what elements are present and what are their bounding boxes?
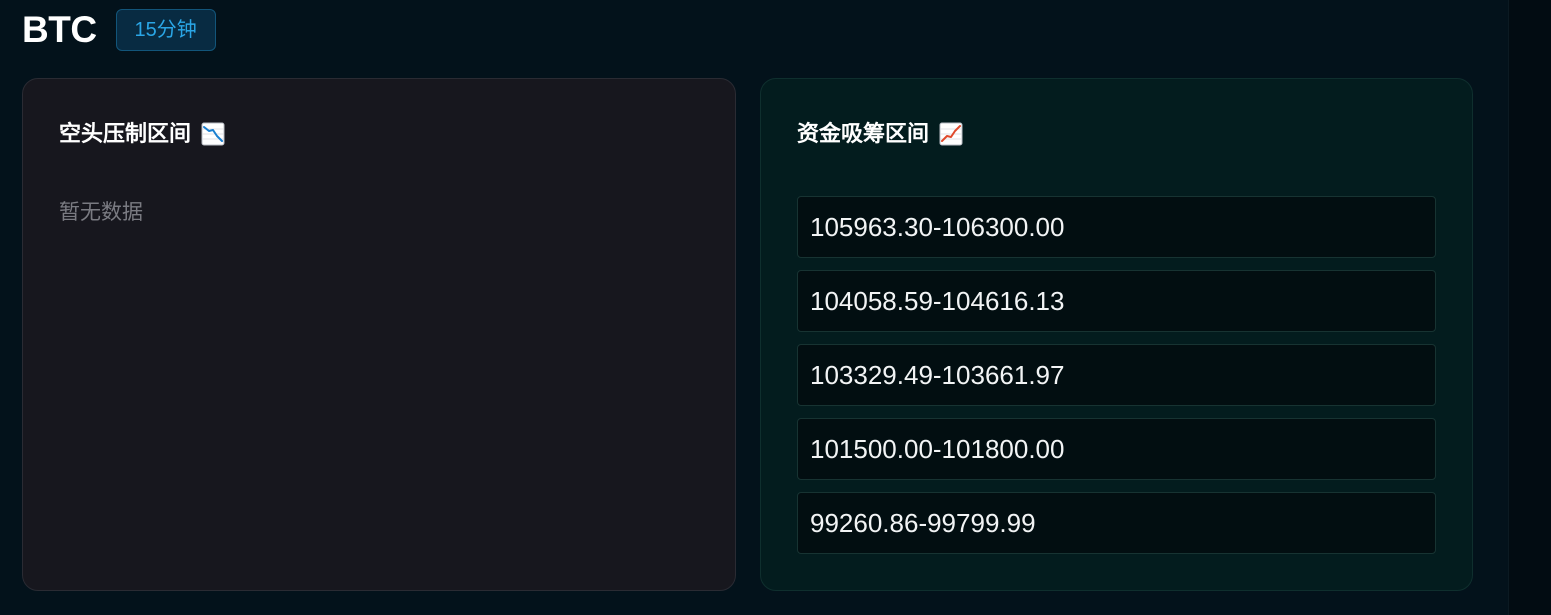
short-pressure-panel: 空头压制区间 暂无数据 — [22, 78, 736, 591]
range-item: 99260.86-99799.99 — [797, 492, 1436, 554]
chart-increasing-icon — [939, 122, 963, 146]
long-panel-title-text: 资金吸筹区间 — [797, 121, 930, 146]
chart-decreasing-icon — [201, 122, 225, 146]
range-list: 105963.30-106300.00 104058.59-104616.13 … — [797, 196, 1436, 566]
header: BTC 15分钟 — [22, 8, 216, 52]
range-item: 105963.30-106300.00 — [797, 196, 1436, 258]
right-side-panel — [1508, 0, 1551, 615]
main-content: BTC 15分钟 空头压制区间 暂无数据 资金吸筹区间 105963.30-10… — [0, 0, 1508, 615]
range-item: 104058.59-104616.13 — [797, 270, 1436, 332]
long-panel-title: 资金吸筹区间 — [797, 119, 963, 149]
empty-state-text: 暂无数据 — [59, 201, 143, 224]
range-item: 103329.49-103661.97 — [797, 344, 1436, 406]
short-panel-title: 空头压制区间 — [59, 119, 225, 149]
short-panel-title-text: 空头压制区间 — [59, 121, 192, 146]
range-item: 101500.00-101800.00 — [797, 418, 1436, 480]
capital-accumulation-panel: 资金吸筹区间 105963.30-106300.00 104058.59-104… — [760, 78, 1473, 591]
interval-badge[interactable]: 15分钟 — [115, 9, 216, 51]
symbol-title: BTC — [22, 9, 97, 50]
